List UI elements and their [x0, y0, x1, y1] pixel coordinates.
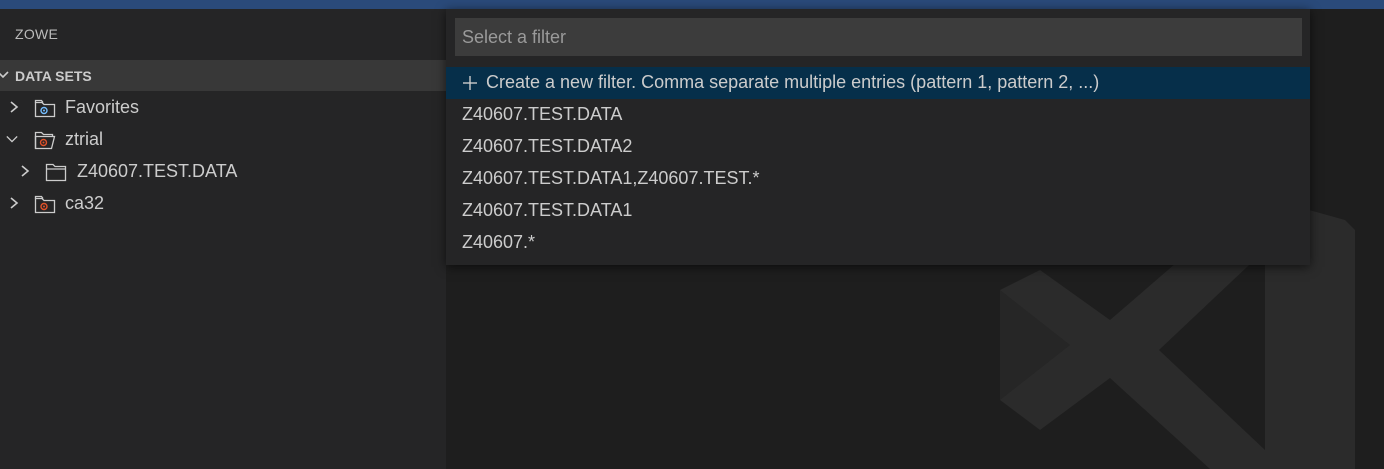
tree-item-label: Favorites	[65, 97, 140, 117]
plus-icon	[463, 76, 477, 90]
create-new-filter-option[interactable]: Create a new filter. Comma separate mult…	[446, 67, 1310, 99]
filter-option-label: Z40607.TEST.DATA1,Z40607.TEST.*	[462, 168, 760, 188]
filter-quick-pick: Create a new filter. Comma separate mult…	[446, 9, 1310, 265]
filter-option-label: Z40607.TEST.DATA1	[462, 200, 633, 220]
sidebar-title: ZOWE	[15, 26, 59, 42]
data-sets-section-header[interactable]: DATA SETS	[0, 60, 446, 91]
tree-item-label: ca32	[65, 193, 105, 213]
filter-option[interactable]: Z40607.TEST.DATA	[446, 99, 1310, 131]
tree-item-ztrial[interactable]: ztrial	[0, 123, 446, 155]
filter-option-label: Z40607.TEST.DATA2	[462, 136, 633, 156]
filter-search-input[interactable]	[455, 18, 1302, 56]
sidebar: ZOWE DATA SETS Favorites ztrial Z40607.T…	[0, 9, 446, 469]
chevron-down-icon	[0, 71, 9, 79]
tree-item-favorites[interactable]: Favorites	[0, 91, 446, 123]
filter-option[interactable]: Z40607.*	[446, 227, 1310, 259]
session-folder-icon	[34, 195, 56, 214]
chevron-down-icon	[6, 135, 18, 143]
title-bar	[0, 0, 1384, 9]
filter-option-label: Z40607.TEST.DATA	[462, 104, 623, 124]
tree-item-label: Z40607.TEST.DATA	[77, 161, 238, 181]
filter-option[interactable]: Z40607.TEST.DATA1,Z40607.TEST.*	[446, 163, 1310, 195]
tree-item-z40607-test-data[interactable]: Z40607.TEST.DATA	[0, 155, 446, 187]
tree-item-ca32[interactable]: ca32	[0, 187, 446, 219]
chevron-right-icon	[21, 165, 30, 177]
filter-option[interactable]: Z40607.TEST.DATA2	[446, 131, 1310, 163]
session-folder-icon	[34, 131, 56, 150]
chevron-right-icon	[10, 101, 19, 113]
chevron-right-icon	[10, 197, 19, 209]
filter-option[interactable]: Z40607.TEST.DATA1	[446, 195, 1310, 227]
create-filter-label: Create a new filter. Comma separate mult…	[486, 72, 1100, 92]
favorites-folder-icon	[34, 99, 56, 118]
tree-item-label: ztrial	[65, 129, 104, 149]
section-label: DATA SETS	[15, 68, 92, 84]
folder-icon	[45, 163, 67, 182]
filter-option-label: Z40607.*	[462, 232, 536, 252]
